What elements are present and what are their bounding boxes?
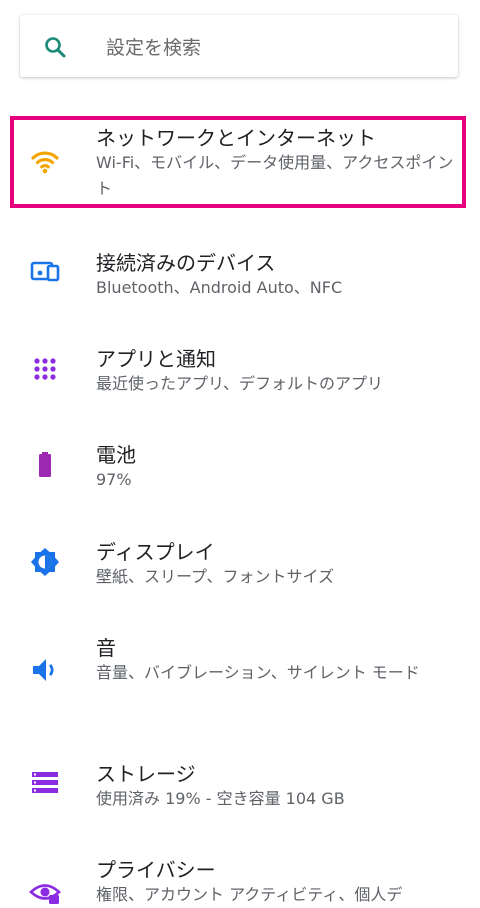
battery-subtitle: 97% [96, 470, 132, 489]
connected-devices-title: 接続済みのデバイス [96, 251, 276, 275]
connected-devices-subtitle: Bluetooth、Android Auto、NFC [96, 278, 343, 297]
settings-item-battery[interactable]: 電池 97% [0, 437, 480, 497]
settings-list: ネットワークとインターネット Wi-Fi、モバイル、データ使用量、アクセスポイン… [0, 0, 480, 908]
settings-item-connected-devices[interactable]: 接続済みのデバイス Bluetooth、Android Auto、NFC [0, 245, 480, 305]
battery-title: 電池 [96, 443, 136, 467]
storage-icon [32, 772, 58, 793]
highlight-box [10, 116, 466, 208]
storage-title: ストレージ [96, 762, 196, 786]
settings-item-apps[interactable]: アプリと通知 最近使ったアプリ、デフォルトのアプリ [0, 341, 480, 401]
apps-title: アプリと通知 [96, 347, 216, 371]
settings-item-storage[interactable]: ストレージ 使用済み 19% - 空き容量 104 GB [0, 756, 480, 816]
storage-subtitle: 使用済み 19% - 空き容量 104 GB [96, 789, 345, 808]
brightness-icon [31, 548, 59, 576]
apps-icon [34, 358, 56, 380]
settings-item-sound[interactable]: 音 音量、バイブレーション、サイレント モード [0, 630, 480, 716]
sound-title: 音 [96, 636, 116, 660]
volume-icon [33, 659, 54, 681]
display-subtitle: 壁紙、スリープ、フォントサイズ [96, 567, 335, 586]
apps-subtitle: 最近使ったアプリ、デフォルトのアプリ [96, 374, 384, 393]
display-title: ディスプレイ [96, 540, 215, 564]
settings-item-display[interactable]: ディスプレイ 壁紙、スリープ、フォントサイズ [0, 534, 480, 594]
privacy-eye-icon [29, 884, 61, 904]
privacy-subtitle: 権限、アカウント アクティビティ、個人デ [96, 885, 403, 904]
settings-item-privacy[interactable]: プライバシー 権限、アカウント アクティビティ、個人デ [0, 852, 480, 908]
sound-subtitle: 音量、バイブレーション、サイレント モード [96, 663, 420, 682]
privacy-title: プライバシー [96, 858, 216, 882]
devices-icon [30, 261, 60, 282]
battery-icon [39, 452, 51, 477]
